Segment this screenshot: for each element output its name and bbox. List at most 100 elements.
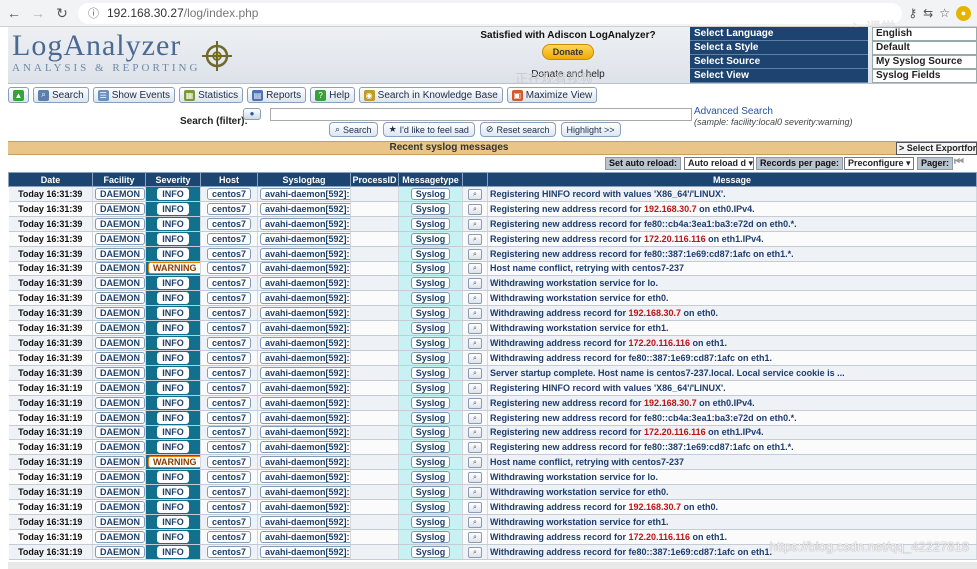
- severity-link[interactable]: INFO: [157, 366, 189, 379]
- details-icon[interactable]: ⌕: [468, 397, 482, 409]
- messagetype-link[interactable]: Syslog: [410, 351, 451, 364]
- style-select[interactable]: Default: [872, 41, 977, 55]
- host-link[interactable]: centos7: [206, 396, 251, 409]
- row-message[interactable]: Withdrawing workstation service for eth0…: [487, 484, 977, 501]
- details-icon[interactable]: ⌕: [468, 263, 482, 275]
- details-icon[interactable]: ⌕: [468, 487, 482, 499]
- messagetype-link[interactable]: Syslog: [410, 441, 451, 454]
- host-link[interactable]: centos7: [206, 277, 251, 290]
- messagetype-link[interactable]: Syslog: [410, 366, 451, 379]
- severity-link[interactable]: INFO: [157, 292, 189, 305]
- host-link[interactable]: centos7: [206, 500, 251, 513]
- messagetype-link[interactable]: Syslog: [410, 381, 451, 394]
- search-submit-button[interactable]: ⌕ Search: [329, 122, 378, 137]
- facility-link[interactable]: DAEMON: [95, 262, 145, 275]
- row-message[interactable]: Registering new address record for 172.2…: [487, 425, 977, 441]
- details-icon[interactable]: ⌕: [468, 308, 482, 320]
- severity-link[interactable]: INFO: [157, 500, 189, 513]
- severity-link[interactable]: INFO: [157, 232, 189, 245]
- severity-link[interactable]: INFO: [157, 486, 189, 499]
- facility-link[interactable]: DAEMON: [95, 292, 145, 305]
- facility-link[interactable]: DAEMON: [95, 500, 145, 513]
- syslogtag-link[interactable]: avahi-daemon[592]:: [260, 351, 350, 364]
- row-message[interactable]: Withdrawing workstation service for lo.: [487, 469, 977, 486]
- host-link[interactable]: centos7: [206, 351, 251, 364]
- facility-link[interactable]: DAEMON: [95, 307, 145, 320]
- facility-link[interactable]: DAEMON: [95, 515, 145, 528]
- facility-link[interactable]: DAEMON: [95, 366, 145, 379]
- severity-link[interactable]: INFO: [157, 351, 189, 364]
- host-link[interactable]: centos7: [206, 486, 251, 499]
- severity-link[interactable]: INFO: [157, 187, 189, 200]
- back-icon[interactable]: ←: [4, 3, 24, 23]
- statistics-button[interactable]: ▦ Statistics: [179, 87, 244, 103]
- details-icon[interactable]: ⌕: [468, 293, 482, 305]
- syslogtag-link[interactable]: avahi-daemon[592]:: [260, 411, 350, 424]
- messagetype-link[interactable]: Syslog: [410, 322, 451, 335]
- syslogtag-link[interactable]: avahi-daemon[592]:: [260, 396, 350, 409]
- details-icon[interactable]: ⌕: [468, 382, 482, 394]
- facility-link[interactable]: DAEMON: [95, 232, 145, 245]
- details-icon[interactable]: ⌕: [468, 457, 482, 469]
- feel-sad-button[interactable]: ★ I'd like to feel sad: [382, 122, 475, 137]
- messagetype-link[interactable]: Syslog: [410, 202, 451, 215]
- knowledge-base-button[interactable]: ◉ Search in Knowledge Base: [358, 87, 503, 103]
- donate-button[interactable]: Donate: [541, 44, 595, 60]
- col-messagetype[interactable]: Messagetype: [398, 172, 463, 187]
- messagetype-link[interactable]: Syslog: [410, 262, 451, 275]
- severity-link[interactable]: INFO: [157, 202, 189, 215]
- host-link[interactable]: centos7: [206, 202, 251, 215]
- address-bar[interactable]: ⓘ 192.168.30.27/log/index.php: [78, 2, 903, 24]
- host-link[interactable]: centos7: [206, 232, 251, 245]
- syslogtag-link[interactable]: avahi-daemon[592]:: [260, 381, 350, 394]
- row-message[interactable]: Withdrawing address record for fe80::387…: [487, 350, 977, 366]
- host-link[interactable]: centos7: [206, 441, 251, 454]
- severity-link[interactable]: INFO: [157, 277, 189, 290]
- messagetype-link[interactable]: Syslog: [410, 307, 451, 320]
- facility-link[interactable]: DAEMON: [95, 202, 145, 215]
- messagetype-link[interactable]: Syslog: [410, 292, 451, 305]
- row-message[interactable]: Withdrawing address record for 192.168.3…: [487, 499, 977, 515]
- row-message[interactable]: Withdrawing workstation service for eth1…: [487, 514, 977, 530]
- syslogtag-link[interactable]: avahi-daemon[592]:: [260, 247, 350, 260]
- messagetype-link[interactable]: Syslog: [410, 545, 451, 558]
- details-icon[interactable]: ⌕: [468, 531, 482, 543]
- details-icon[interactable]: ⌕: [468, 367, 482, 379]
- syslogtag-link[interactable]: avahi-daemon[592]:: [260, 530, 350, 543]
- loganalyzer-logo[interactable]: LogAnalyzer ANALYSIS & REPORTING: [12, 31, 242, 79]
- syslogtag-link[interactable]: avahi-daemon[592]:: [260, 515, 350, 528]
- host-link[interactable]: centos7: [206, 545, 251, 558]
- details-icon[interactable]: ⌕: [468, 278, 482, 290]
- severity-link[interactable]: INFO: [157, 426, 189, 439]
- severity-link[interactable]: INFO: [157, 545, 189, 558]
- facility-link[interactable]: DAEMON: [95, 187, 145, 200]
- messagetype-link[interactable]: Syslog: [410, 396, 451, 409]
- details-icon[interactable]: ⌕: [468, 546, 482, 558]
- maximize-view-button[interactable]: ▣ Maximize View: [506, 87, 598, 103]
- facility-link[interactable]: DAEMON: [95, 545, 145, 558]
- reset-search-button[interactable]: ⊘ Reset search: [479, 122, 556, 137]
- host-link[interactable]: centos7: [206, 292, 251, 305]
- host-link[interactable]: centos7: [206, 530, 251, 543]
- row-message[interactable]: Withdrawing workstation service for lo.: [487, 275, 977, 292]
- col-processid[interactable]: ProcessID: [350, 172, 399, 187]
- severity-link[interactable]: INFO: [157, 322, 189, 335]
- syslogtag-link[interactable]: avahi-daemon[592]:: [260, 441, 350, 454]
- messagetype-link[interactable]: Syslog: [410, 411, 451, 424]
- extension-icon[interactable]: ●: [956, 5, 971, 21]
- row-message[interactable]: Registering HINFO record with values 'X8…: [487, 186, 977, 202]
- row-message[interactable]: Withdrawing address record for 172.20.11…: [487, 335, 977, 351]
- syslogtag-link[interactable]: avahi-daemon[592]:: [260, 217, 350, 230]
- col-message[interactable]: Message: [487, 172, 977, 187]
- export-select[interactable]: > Select Exportform: [896, 142, 977, 155]
- severity-link[interactable]: INFO: [157, 217, 189, 230]
- messagetype-link[interactable]: Syslog: [410, 217, 451, 230]
- messagetype-link[interactable]: Syslog: [410, 471, 451, 484]
- facility-link[interactable]: DAEMON: [95, 337, 145, 350]
- severity-link[interactable]: WARNING: [148, 262, 200, 275]
- messagetype-link[interactable]: Syslog: [410, 232, 451, 245]
- facility-link[interactable]: DAEMON: [95, 381, 145, 394]
- details-icon[interactable]: ⌕: [468, 352, 482, 364]
- help-button[interactable]: ? Help: [310, 87, 355, 103]
- messagetype-link[interactable]: Syslog: [410, 515, 451, 528]
